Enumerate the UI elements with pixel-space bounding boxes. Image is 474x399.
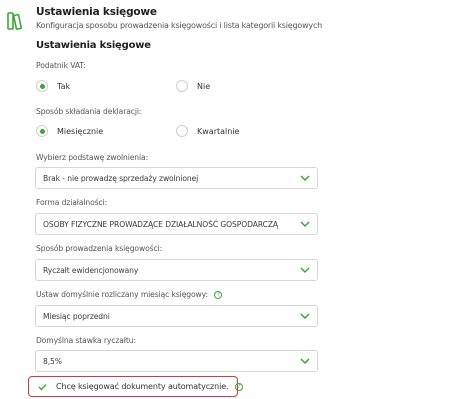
auto-booking-label[interactable]: Chcę księgować dokumenty automatycznie. …	[56, 382, 243, 391]
select-value: Brak - nie prowadzę sprzedaży zwolnionej	[43, 174, 199, 183]
default-month-select[interactable]: Miesiąc poprzedni	[35, 305, 318, 327]
check-icon	[38, 383, 47, 391]
radio-button[interactable]	[36, 80, 48, 92]
radio-button[interactable]	[176, 80, 188, 92]
auto-booking-label-text: Chcę księgować dokumenty automatycznie.	[56, 382, 229, 391]
vat-label: Podatnik VAT:	[36, 61, 86, 70]
page-title: Ustawienia księgowe	[36, 6, 157, 18]
chevron-down-icon	[300, 221, 310, 228]
select-value: Miesiąc poprzedni	[43, 312, 110, 321]
declaration-option-monthly[interactable]: Miesięcznie	[36, 124, 103, 138]
info-icon[interactable]: ?	[214, 291, 223, 299]
vat-option-yes[interactable]: Tak	[36, 79, 70, 93]
declaration-option-quarterly[interactable]: Kwartalnie	[176, 124, 239, 138]
radio-label: Tak	[57, 81, 71, 91]
declaration-label: Sposób składania deklaracji:	[36, 107, 142, 116]
radio-label: Kwartalnie	[197, 126, 240, 136]
legal-form-label: Forma działalności:	[36, 198, 108, 207]
radio-button[interactable]	[176, 125, 188, 137]
legal-form-select[interactable]: OSOBY FIZYCZNE PROWADZĄCE DZIAŁALNOŚĆ GO…	[35, 213, 318, 235]
accounting-method-label: Sposób prowadzenia księgowości:	[36, 244, 163, 253]
chevron-down-icon	[300, 358, 310, 365]
radio-label: Nie	[197, 81, 211, 91]
accounting-method-select[interactable]: Ryczałt ewidencjonowany	[35, 259, 318, 281]
default-month-label-text: Ustaw domyślnie rozliczany miesiąc księg…	[36, 290, 208, 299]
page-subtitle: Konfiguracja sposobu prowadzenia księgow…	[36, 21, 323, 30]
default-month-label: Ustaw domyślnie rozliczany miesiąc księg…	[36, 290, 223, 299]
chevron-down-icon	[300, 313, 310, 320]
flat-rate-select[interactable]: 8,5%	[35, 350, 318, 372]
vat-option-no[interactable]: Nie	[176, 79, 210, 93]
books-icon	[7, 12, 23, 30]
info-icon[interactable]: ?	[234, 382, 243, 391]
auto-booking-checkbox[interactable]	[37, 381, 48, 392]
radio-label: Miesięcznie	[57, 126, 104, 136]
select-value: 8,5%	[43, 357, 62, 366]
chevron-down-icon	[300, 267, 310, 274]
chevron-down-icon	[300, 175, 310, 182]
exemption-select[interactable]: Brak - nie prowadzę sprzedaży zwolnionej	[35, 167, 318, 189]
flat-rate-label: Domyślna stawka ryczałtu:	[36, 336, 136, 345]
select-value: Ryczałt ewidencjonowany	[43, 266, 139, 275]
radio-button[interactable]	[36, 125, 48, 137]
select-value: OSOBY FIZYCZNE PROWADZĄCE DZIAŁALNOŚĆ GO…	[43, 220, 279, 229]
section-title: Ustawienia księgowe	[36, 40, 151, 51]
exemption-label: Wybierz podstawę zwolnienia:	[36, 153, 149, 162]
